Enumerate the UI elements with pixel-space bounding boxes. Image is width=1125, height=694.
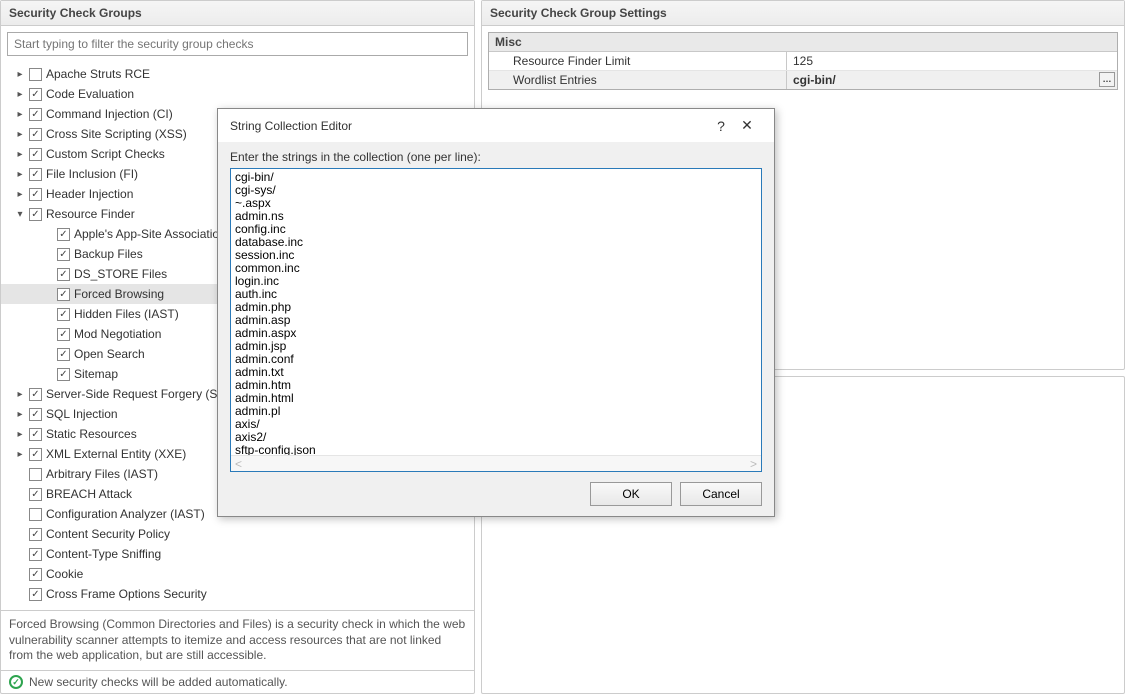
filter-input[interactable] [7, 32, 468, 56]
tree-item[interactable]: ▸ Apache Struts RCE [1, 64, 474, 84]
tree-item-label: Server-Side Request Forgery (SSRF) [46, 387, 245, 401]
help-icon[interactable]: ? [710, 118, 732, 134]
tree-item[interactable]: ▸ ✓ Code Evaluation [1, 84, 474, 104]
tree-item-label: Arbitrary Files (IAST) [46, 467, 158, 481]
checkbox[interactable]: ✓ [29, 588, 42, 601]
expand-arrow-icon[interactable]: ▸ [15, 129, 25, 140]
expand-arrow-icon[interactable]: ▸ [15, 189, 25, 200]
property-value[interactable]: 125 [787, 52, 1117, 70]
property-category[interactable]: Misc [489, 33, 1117, 52]
tree-item-label: Cookie [46, 567, 83, 581]
tree-item-label: Custom Script Checks [46, 147, 165, 161]
checkbox[interactable]: ✓ [29, 108, 42, 121]
status-row: ✓ New security checks will be added auto… [1, 670, 474, 693]
checkbox[interactable]: ✓ [57, 248, 70, 261]
tree-item[interactable]: ✓ Cross Frame Options Security [1, 584, 474, 604]
tree-item-label: Header Injection [46, 187, 133, 201]
status-text: New security checks will be added automa… [29, 675, 288, 689]
checkbox[interactable]: ✓ [57, 268, 70, 281]
checkbox[interactable] [29, 68, 42, 81]
string-collection-editor-dialog: String Collection Editor ? ✕ Enter the s… [217, 108, 775, 517]
tree-item-label: BREACH Attack [46, 487, 132, 501]
checkbox[interactable]: ✓ [29, 488, 42, 501]
property-name: Wordlist Entries [489, 71, 787, 89]
checkbox[interactable]: ✓ [29, 408, 42, 421]
tree-item-label: Static Resources [46, 427, 137, 441]
collection-textarea[interactable] [231, 169, 761, 455]
expand-arrow-icon[interactable]: ▸ [15, 89, 25, 100]
right-panel-title: Security Check Group Settings [482, 1, 1124, 26]
property-row[interactable]: Wordlist Entriescgi-bin/… [489, 71, 1117, 89]
cancel-button[interactable]: Cancel [680, 482, 762, 506]
property-name: Resource Finder Limit [489, 52, 787, 70]
checkbox[interactable]: ✓ [29, 188, 42, 201]
checkbox[interactable] [29, 508, 42, 521]
tree-item-label: Cross Site Scripting (XSS) [46, 127, 187, 141]
tree-item[interactable]: ✓ Content-Type Sniffing [1, 544, 474, 564]
tree-item-label: Forced Browsing [74, 287, 164, 301]
checkbox[interactable]: ✓ [29, 148, 42, 161]
check-circle-icon: ✓ [9, 675, 23, 689]
tree-item-label: Hidden Files (IAST) [74, 307, 179, 321]
expand-arrow-icon[interactable]: ▸ [15, 449, 25, 460]
tree-item-label: Apache Struts RCE [46, 67, 150, 81]
checkbox[interactable]: ✓ [29, 568, 42, 581]
dialog-title: String Collection Editor [230, 119, 710, 133]
close-icon[interactable]: ✕ [732, 117, 762, 134]
checkbox[interactable]: ✓ [29, 208, 42, 221]
checkbox[interactable]: ✓ [57, 288, 70, 301]
checkbox[interactable]: ✓ [57, 368, 70, 381]
expand-arrow-icon[interactable]: ▸ [15, 389, 25, 400]
tree-item-label: Configuration Analyzer (IAST) [46, 507, 205, 521]
tree-item-label: Code Evaluation [46, 87, 134, 101]
checkbox[interactable]: ✓ [29, 88, 42, 101]
checkbox[interactable]: ✓ [29, 128, 42, 141]
checkbox[interactable]: ✓ [57, 228, 70, 241]
ok-button[interactable]: OK [590, 482, 672, 506]
tree-item-label: Sitemap [74, 367, 118, 381]
checkbox[interactable] [29, 468, 42, 481]
tree-item-label: SQL Injection [46, 407, 118, 421]
tree-item-label: Content-Type Sniffing [46, 547, 161, 561]
checkbox[interactable]: ✓ [29, 388, 42, 401]
checkbox[interactable]: ✓ [29, 168, 42, 181]
tree-item-label: Cross Frame Options Security [46, 587, 207, 601]
checkbox[interactable]: ✓ [57, 308, 70, 321]
tree-item-label: Command Injection (CI) [46, 107, 173, 121]
tree-item-label: Mod Negotiation [74, 327, 161, 341]
tree-item-label: XML External Entity (XXE) [46, 447, 186, 461]
expand-arrow-icon[interactable]: ▸ [15, 149, 25, 160]
checkbox[interactable]: ✓ [29, 548, 42, 561]
checkbox[interactable]: ✓ [29, 448, 42, 461]
property-row[interactable]: Resource Finder Limit125 [489, 52, 1117, 71]
tree-item-label: Resource Finder [46, 207, 135, 221]
property-grid[interactable]: Misc Resource Finder Limit125Wordlist En… [488, 32, 1118, 90]
expand-arrow-icon[interactable]: ▸ [15, 69, 25, 80]
tree-item-label: DS_STORE Files [74, 267, 167, 281]
horizontal-scrollbar[interactable]: <> [231, 455, 761, 471]
expand-arrow-icon[interactable]: ▸ [15, 429, 25, 440]
expand-arrow-icon[interactable]: ▸ [15, 169, 25, 180]
left-panel-title: Security Check Groups [1, 1, 474, 26]
tree-item-label: Content Security Policy [46, 527, 170, 541]
tree-item-label: Backup Files [74, 247, 143, 261]
expand-arrow-icon[interactable]: ▸ [15, 409, 25, 420]
expand-arrow-icon[interactable]: ▸ [15, 109, 25, 120]
tree-item[interactable]: ✓ Content Security Policy [1, 524, 474, 544]
tree-item-label: Apple's App-Site Association [74, 227, 226, 241]
tree-item-label: Open Search [74, 347, 145, 361]
ellipsis-button[interactable]: … [1099, 72, 1115, 87]
tree-item[interactable]: ✓ Cookie [1, 564, 474, 584]
property-value[interactable]: cgi-bin/… [787, 71, 1117, 89]
checkbox[interactable]: ✓ [57, 348, 70, 361]
dialog-titlebar[interactable]: String Collection Editor ? ✕ [218, 109, 774, 142]
checkbox[interactable]: ✓ [29, 428, 42, 441]
description-box: Forced Browsing (Common Directories and … [1, 610, 474, 670]
dialog-label: Enter the strings in the collection (one… [230, 150, 762, 164]
expand-arrow-icon[interactable]: ▾ [15, 209, 25, 220]
checkbox[interactable]: ✓ [57, 328, 70, 341]
tree-item-label: File Inclusion (FI) [46, 167, 138, 181]
checkbox[interactable]: ✓ [29, 528, 42, 541]
